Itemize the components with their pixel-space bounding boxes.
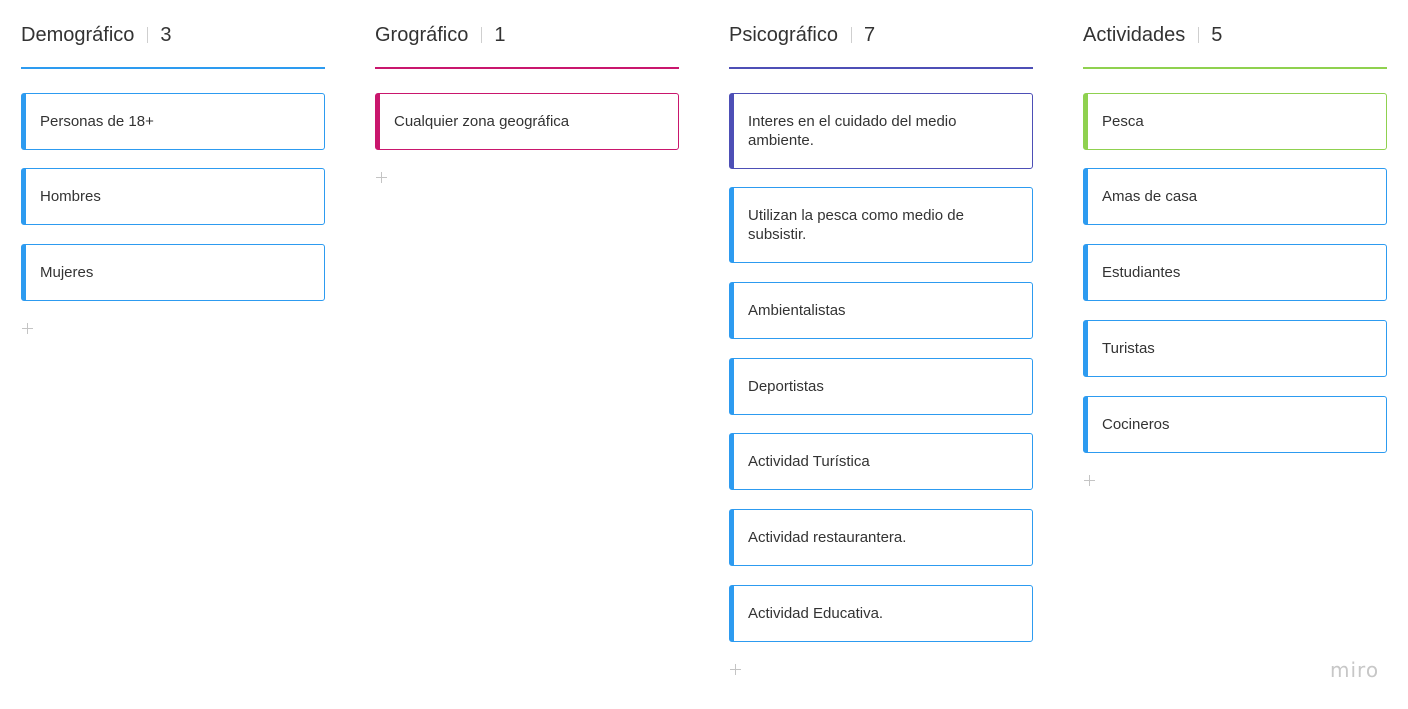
card[interactable]: Interes en el cuidado del medio ambiente… (729, 93, 1033, 169)
card[interactable]: Cualquier zona geográfica (375, 93, 679, 150)
card-text: Utilizan la pesca como medio de subsisti… (748, 207, 964, 243)
column-count: 5 (1211, 23, 1223, 46)
add-card-plus-icon[interactable] (1083, 474, 1097, 488)
card-text: Amas de casa (1102, 188, 1198, 205)
card[interactable]: Turistas (1083, 320, 1387, 377)
card-text: Actividad Turística (748, 453, 870, 470)
card[interactable]: Personas de 18+ (21, 93, 325, 150)
card-text: Interes en el cuidado del medio ambiente… (748, 113, 957, 149)
card-text: Turistas (1102, 340, 1155, 357)
column-header[interactable]: Grográfico 1 (375, 21, 506, 49)
card[interactable]: Amas de casa (1083, 168, 1387, 225)
column-title: Demográfico (21, 23, 135, 46)
header-divider (147, 27, 149, 43)
card[interactable]: Actividad restaurantera. (729, 509, 1033, 566)
add-card-plus-icon[interactable] (375, 171, 389, 185)
column-count: 3 (160, 23, 172, 46)
card-text: Actividad restaurantera. (748, 529, 907, 546)
column-header[interactable]: Demográfico 3 (21, 21, 172, 49)
card[interactable]: Utilizan la pesca como medio de subsisti… (729, 187, 1033, 263)
column-count: 1 (494, 23, 506, 46)
card[interactable]: Ambientalistas (729, 282, 1033, 339)
column-underline (21, 67, 325, 69)
card-text: Deportistas (748, 378, 824, 395)
card[interactable]: Pesca (1083, 93, 1387, 150)
card-text: Estudiantes (1102, 264, 1181, 281)
card-text: Ambientalistas (748, 302, 846, 319)
column-header[interactable]: Actividades 5 (1083, 21, 1222, 49)
header-divider (850, 27, 852, 43)
card-text: Pesca (1102, 113, 1144, 130)
column-header[interactable]: Psicográfico 7 (729, 21, 875, 49)
card-text: Mujeres (40, 264, 94, 281)
card-text: Personas de 18+ (40, 113, 154, 130)
column-underline (729, 67, 1033, 69)
card[interactable]: Mujeres (21, 244, 325, 301)
card[interactable]: Actividad Turística (729, 433, 1033, 490)
add-card-plus-icon[interactable] (21, 322, 35, 336)
column-underline (1083, 67, 1387, 69)
column-title: Actividades (1083, 23, 1186, 46)
card-text: Actividad Educativa. (748, 605, 884, 622)
kanban-board: Demográfico 3 Personas de 18+ Hombres Mu… (0, 0, 1408, 709)
card[interactable]: Cocineros (1083, 396, 1387, 453)
column-underline (375, 67, 679, 69)
miro-logo: miro (1330, 658, 1380, 682)
card[interactable]: Hombres (21, 168, 325, 225)
add-card-plus-icon[interactable] (729, 663, 743, 677)
card-text: Cualquier zona geográfica (394, 113, 570, 130)
card[interactable]: Deportistas (729, 358, 1033, 415)
header-divider (481, 27, 483, 43)
column-title: Psicográfico (729, 23, 838, 46)
card-text: Hombres (40, 188, 101, 205)
header-divider (1198, 27, 1200, 43)
column-title: Grográfico (375, 23, 469, 46)
card[interactable]: Estudiantes (1083, 244, 1387, 301)
column-count: 7 (863, 23, 876, 46)
card-text: Cocineros (1102, 416, 1170, 433)
card[interactable]: Actividad Educativa. (729, 585, 1033, 642)
